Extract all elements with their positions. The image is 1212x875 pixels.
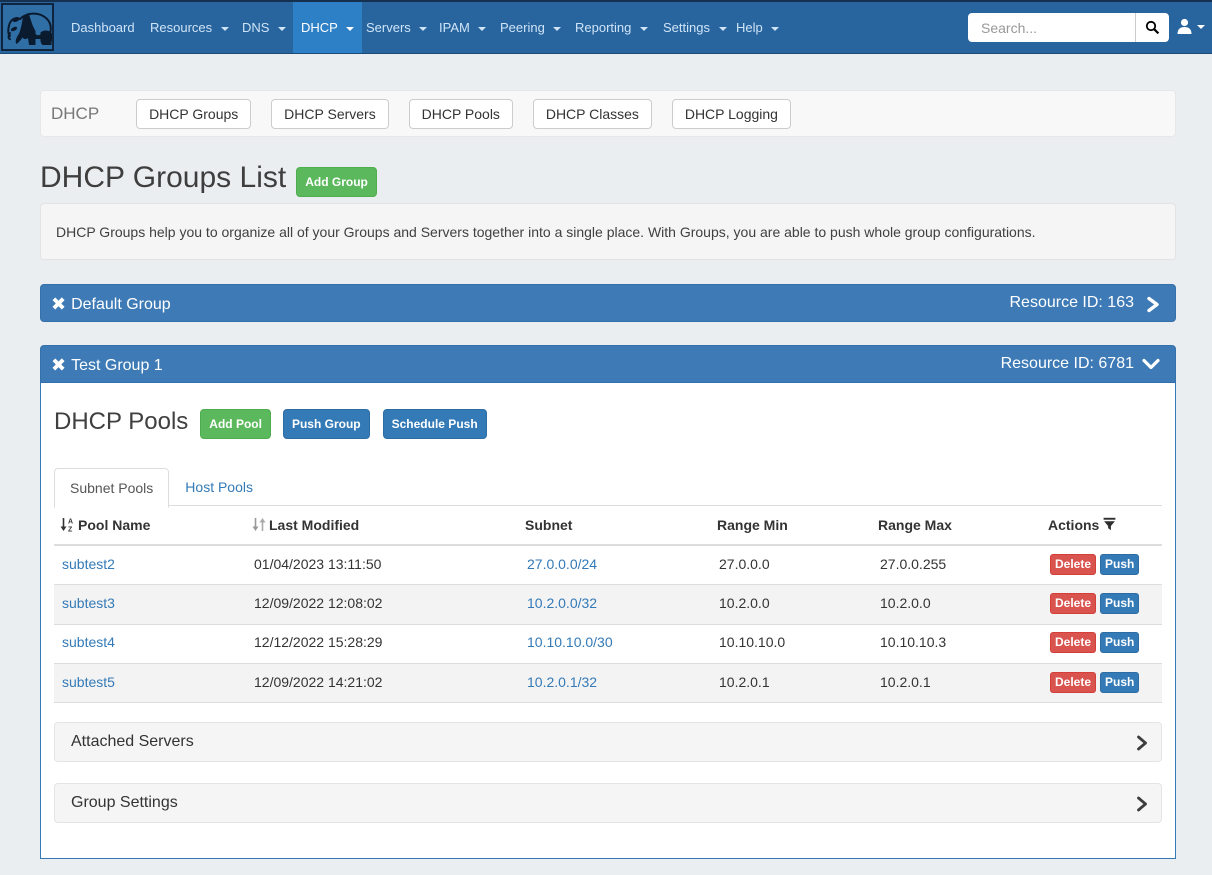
svg-text:A: A [68,519,73,526]
svg-text:Z: Z [68,527,73,533]
